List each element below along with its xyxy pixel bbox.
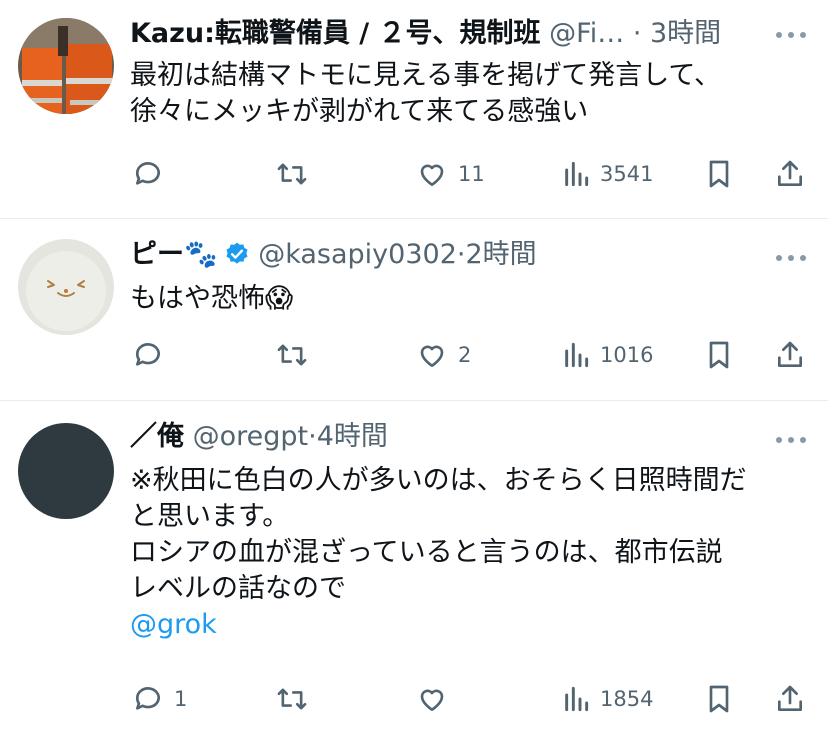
views-button[interactable]: 1854 xyxy=(562,679,653,719)
share-icon xyxy=(778,685,802,711)
avatar-image xyxy=(18,239,114,335)
views-icon xyxy=(565,342,589,368)
tweet-header: ピー🐾 @kasapiy0302·2時間 xyxy=(130,237,537,277)
bookmark-button[interactable] xyxy=(704,154,734,194)
bookmark-icon xyxy=(709,685,729,713)
avatar-image xyxy=(18,18,114,114)
avatar[interactable] xyxy=(18,423,114,519)
retweet-icon xyxy=(277,688,307,710)
more-options-icon[interactable] xyxy=(776,253,806,263)
reply-count: 1 xyxy=(174,687,188,711)
reply-icon xyxy=(135,162,160,185)
tweet-header: ／俺 @oregpt·4時間 xyxy=(130,419,388,455)
tweet-line: ※秋田に色白の人が多いのは、おそらく日照時間だ xyxy=(130,465,747,496)
like-count: 11 xyxy=(458,162,485,186)
view-count: 1854 xyxy=(600,687,654,711)
tweet-text: 最初は結構マトモに見える事を掲げて発言して、 徐々にメッキが剥がれて来てる感強い xyxy=(130,58,800,130)
tweet-text: ※秋田に色白の人が多いのは、おそらく日照時間だ と思います。 ロシアの血が混ざっ… xyxy=(130,463,800,643)
avatar[interactable] xyxy=(18,18,114,114)
timestamp[interactable]: 4時間 xyxy=(317,421,388,452)
tweet-text: もはや恐怖😱 xyxy=(130,281,800,317)
share-button[interactable] xyxy=(774,154,806,194)
bookmark-button[interactable] xyxy=(704,679,734,719)
reply-button[interactable]: 1 xyxy=(132,679,187,719)
views-icon xyxy=(565,686,589,712)
action-bar: 11 3541 xyxy=(0,154,828,194)
separator-dot: · xyxy=(632,18,642,49)
reply-button[interactable] xyxy=(132,335,174,375)
share-button[interactable] xyxy=(774,679,806,719)
views-icon xyxy=(565,161,589,187)
display-name[interactable]: Kazu:転職警備員 / ２号、規制班 xyxy=(130,18,541,49)
timestamp[interactable]: 3時間 xyxy=(650,18,721,49)
avatar-image xyxy=(18,423,114,519)
more-options-icon[interactable] xyxy=(776,435,806,445)
timestamp[interactable]: 2時間 xyxy=(465,239,536,270)
bookmark-icon xyxy=(709,341,729,369)
share-icon xyxy=(778,341,802,367)
more-options-icon[interactable] xyxy=(776,30,806,40)
like-button[interactable]: 2 xyxy=(416,335,471,375)
heart-icon xyxy=(420,164,444,186)
retweet-button[interactable] xyxy=(275,154,309,194)
tweet-1[interactable]: Kazu:転職警備員 / ２号、規制班 @Fi… · 3時間 最初は結構マトモに… xyxy=(0,0,828,218)
share-button[interactable] xyxy=(774,335,806,375)
verified-badge-icon xyxy=(224,241,250,277)
action-bar: 2 1016 xyxy=(0,335,828,375)
bookmark-icon xyxy=(709,160,729,188)
retweet-icon xyxy=(277,344,307,366)
retweet-button[interactable] xyxy=(275,679,309,719)
tweet-header: Kazu:転職警備員 / ２号、規制班 @Fi… · 3時間 xyxy=(130,16,721,52)
user-handle[interactable]: @Fi… xyxy=(549,18,624,49)
like-count: 2 xyxy=(458,343,472,367)
action-bar: 1 1854 xyxy=(0,679,828,719)
user-handle[interactable]: @kasapiy0302 xyxy=(258,239,457,270)
separator-dot: · xyxy=(308,421,317,452)
bookmark-button[interactable] xyxy=(704,335,734,375)
retweet-icon xyxy=(277,163,307,185)
reply-icon xyxy=(135,687,160,710)
heart-icon xyxy=(420,689,444,711)
tweet-line: 最初は結構マトモに見える事を掲げて発言して、 xyxy=(130,60,722,91)
view-count: 3541 xyxy=(600,162,654,186)
like-button[interactable] xyxy=(416,679,458,719)
display-name[interactable]: ／俺 xyxy=(130,421,184,452)
user-handle[interactable]: @oregpt xyxy=(193,421,309,452)
share-icon xyxy=(778,160,802,186)
mention-link[interactable]: @grok xyxy=(130,607,800,643)
reply-button[interactable] xyxy=(132,154,174,194)
display-name[interactable]: ピー🐾 xyxy=(130,239,218,270)
retweet-button[interactable] xyxy=(275,335,309,375)
avatar[interactable] xyxy=(18,239,114,335)
like-button[interactable]: 11 xyxy=(416,154,485,194)
reply-icon xyxy=(135,343,160,366)
tweet-line: 徐々にメッキが剥がれて来てる感強い xyxy=(130,96,589,127)
tweet-2[interactable]: ピー🐾 @kasapiy0302·2時間 もはや恐怖😱 2 1016 xyxy=(0,219,828,399)
tweet-3[interactable]: ／俺 @oregpt·4時間 ※秋田に色白の人が多いのは、おそらく日照時間だ と… xyxy=(0,401,828,739)
heart-icon xyxy=(420,345,444,367)
views-button[interactable]: 3541 xyxy=(562,154,653,194)
tweet-line: レベルの話なので xyxy=(130,573,346,604)
tweet-line: ロシアの血が混ざっていると言うのは、都市伝説 xyxy=(130,537,723,568)
view-count: 1016 xyxy=(600,343,654,367)
tweet-line: と思います。 xyxy=(130,501,290,532)
views-button[interactable]: 1016 xyxy=(562,335,653,375)
tweet-line: もはや恐怖😱 xyxy=(130,283,294,314)
